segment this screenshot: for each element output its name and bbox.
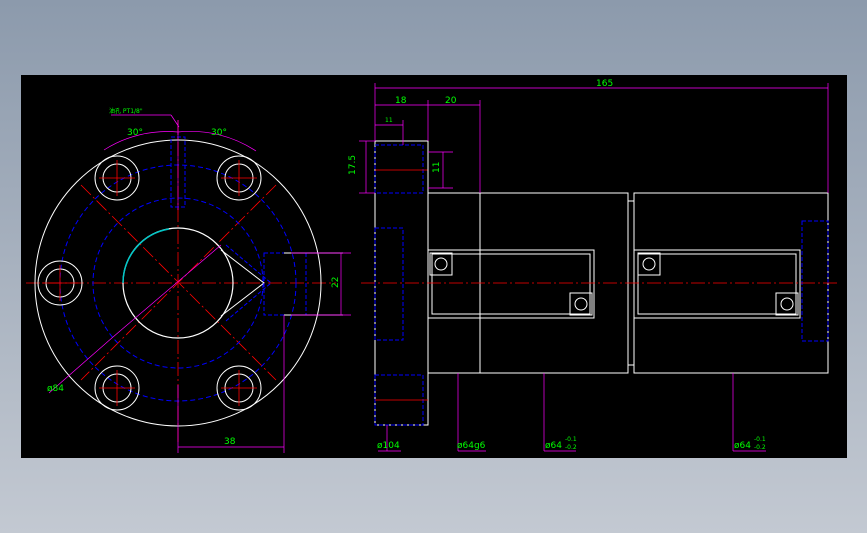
left-center-lines bbox=[26, 120, 336, 445]
dim-d104-label: ø104 bbox=[377, 441, 400, 451]
right-side-view: 165 18 20 11 17.5 11 ø104 ø64g6 ø64 -0.1… bbox=[348, 79, 839, 452]
cad-drawing: 油孔 PT1/8" 30° 30° 22 ø84 38 165 18 20 11… bbox=[26, 79, 839, 453]
tol-a-upper-label: -0.1 bbox=[565, 436, 577, 443]
tol-a-lower-label: -0.2 bbox=[565, 444, 577, 451]
dim-17-5-label: 17.5 bbox=[348, 155, 358, 175]
bolt-hole-top-left bbox=[94, 155, 140, 201]
bolt-hole-top-right bbox=[216, 155, 262, 201]
cad-drawing-canvas[interactable]: 油孔 PT1/8" 30° 30° 22 ø84 38 165 18 20 11… bbox=[21, 75, 847, 458]
dim-d64g6-label: ø64g6 bbox=[457, 441, 486, 451]
tol-b-upper-label: -0.1 bbox=[754, 436, 766, 443]
angle-right-label: 30° bbox=[211, 128, 227, 138]
left-end-view: 油孔 PT1/8" 30° 30° 22 ø84 38 bbox=[26, 107, 351, 453]
dim-11-top-label: 11 bbox=[385, 117, 393, 124]
bolt-hole-bottom-right bbox=[216, 365, 262, 411]
dim-18-label: 18 bbox=[395, 96, 407, 106]
thread-label: 油孔 PT1/8" bbox=[109, 107, 143, 115]
thread-arc bbox=[122, 228, 170, 284]
dim-d84-label: ø84 bbox=[47, 384, 64, 394]
dim-22-label: 22 bbox=[331, 277, 341, 288]
dim-165-label: 165 bbox=[596, 79, 613, 89]
dim-d64-b-label: ø64 bbox=[734, 441, 751, 451]
angle-left-label: 30° bbox=[127, 128, 143, 138]
dim-38-label: 38 bbox=[224, 437, 236, 447]
dim-11-side-label: 11 bbox=[432, 162, 442, 173]
tol-b-lower-label: -0.2 bbox=[754, 444, 766, 451]
bolt-hole-left bbox=[37, 260, 83, 306]
bolt-hole-bottom-left bbox=[94, 365, 140, 411]
dim-d64-a-label: ø64 bbox=[545, 441, 562, 451]
dim-20-label: 20 bbox=[445, 96, 457, 106]
